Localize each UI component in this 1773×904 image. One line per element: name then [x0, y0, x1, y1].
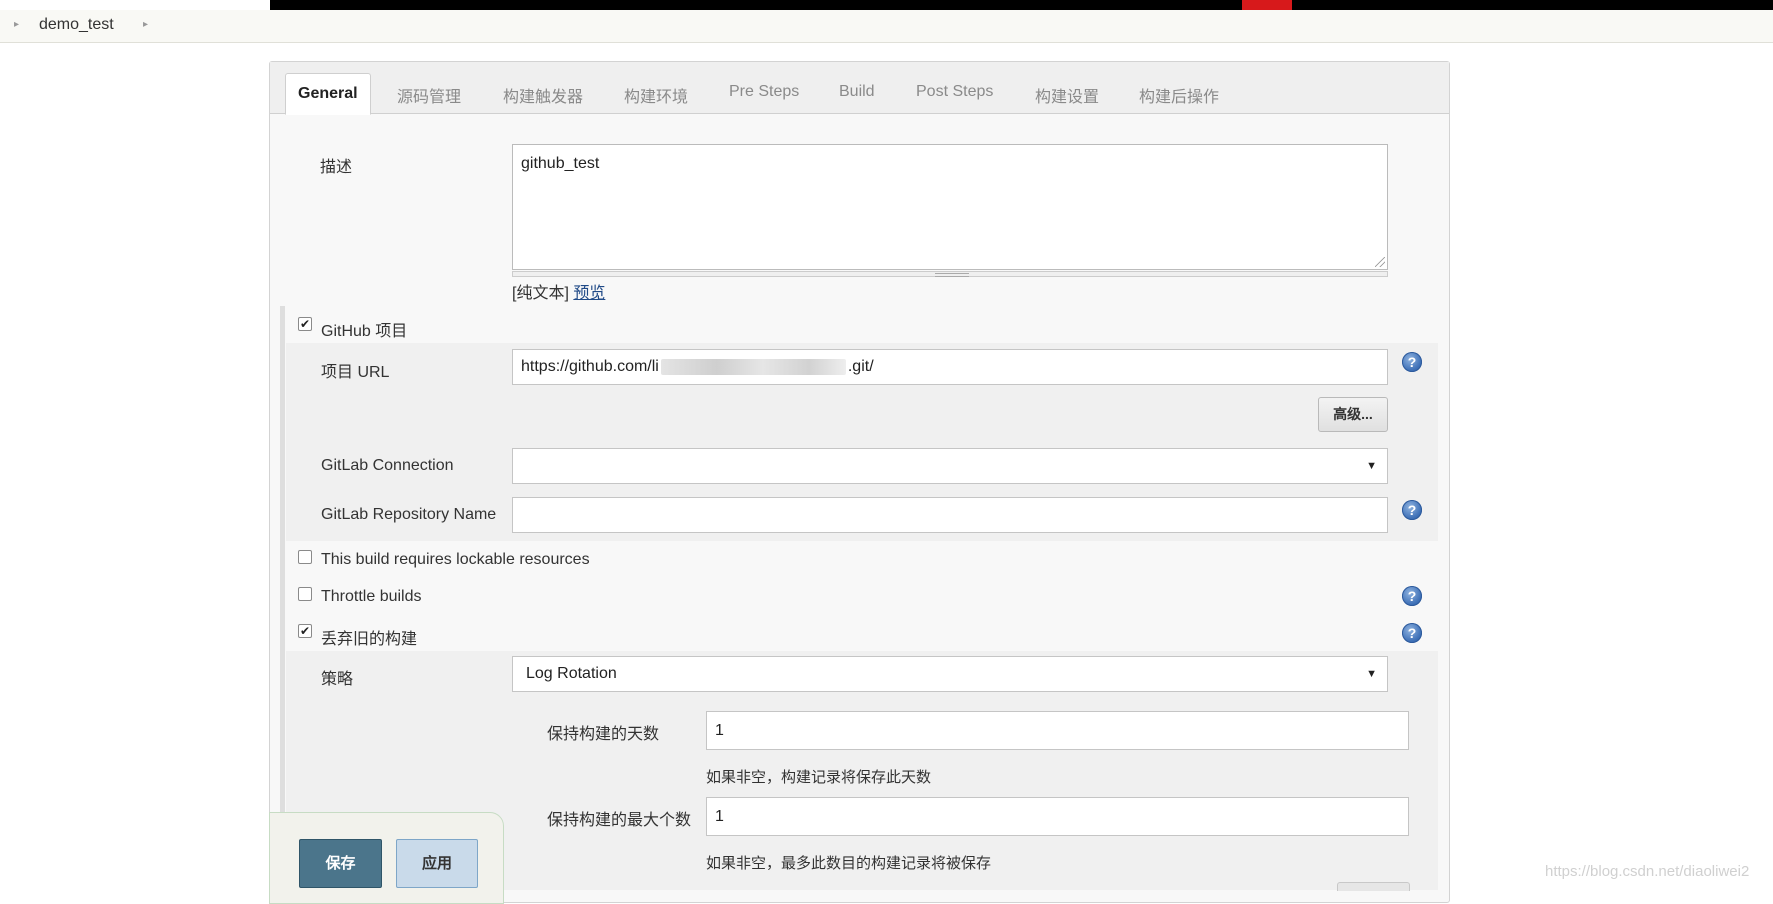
top-header-bar — [270, 0, 1773, 10]
config-tab-bar: General 源码管理 构建触发器 构建环境 Pre Steps Build … — [270, 62, 1449, 115]
tab-build-environment[interactable]: 构建环境 — [624, 83, 688, 107]
max-builds-input[interactable]: 1 — [706, 797, 1409, 836]
help-icon[interactable]: ? — [1402, 623, 1422, 643]
tab-general[interactable]: General — [285, 73, 371, 115]
breadcrumb-arrow-icon[interactable]: ▸ — [14, 19, 19, 30]
gitlab-repo-input[interactable] — [512, 497, 1388, 533]
help-icon[interactable]: ? — [1402, 352, 1422, 372]
project-url-label: 项目 URL — [321, 364, 390, 381]
redacted-url-segment — [660, 358, 846, 375]
format-hint: [纯文本] 预览 — [512, 279, 605, 303]
strategy-select[interactable]: Log Rotation ▼ — [512, 656, 1388, 692]
days-to-keep-label: 保持构建的天数 — [547, 726, 660, 743]
github-project-label: GitHub 项目 — [321, 323, 408, 340]
header-alert-indicator — [1242, 0, 1292, 10]
discard-old-builds-checkbox[interactable]: ✔ — [298, 624, 312, 638]
max-builds-value: 1 — [715, 808, 724, 825]
throttle-builds-label: Throttle builds — [321, 588, 422, 605]
save-button[interactable]: 保存 — [299, 839, 382, 888]
textarea-resize-handle[interactable] — [512, 271, 1388, 277]
chevron-down-icon: ▼ — [1366, 668, 1377, 680]
strategy-label: 策略 — [321, 671, 354, 688]
breadcrumb-item-job[interactable]: demo_test — [39, 16, 114, 34]
github-project-checkbox[interactable]: ✔ — [298, 317, 312, 331]
chevron-down-icon: ▼ — [1366, 460, 1377, 472]
description-label: 描述 — [320, 159, 353, 176]
tab-post-build-actions[interactable]: 构建后操作 — [1139, 83, 1219, 107]
description-text: github_test — [521, 155, 600, 172]
gitlab-connection-select[interactable]: ▼ — [512, 448, 1388, 484]
project-url-input[interactable]: https://github.com/li .git/ — [512, 349, 1388, 385]
watermark-text: https://blog.csdn.net/diaoliwei2 — [1545, 863, 1750, 880]
advanced-button[interactable]: 高级... — [1318, 397, 1388, 432]
strategy-value: Log Rotation — [526, 665, 617, 682]
plain-text-label: [纯文本] — [512, 285, 569, 302]
section-indent-bar — [280, 306, 285, 890]
tab-source-code[interactable]: 源码管理 — [397, 83, 461, 107]
tab-build-settings[interactable]: 构建设置 — [1035, 83, 1099, 107]
lockable-resources-checkbox[interactable] — [298, 550, 312, 564]
preview-link[interactable]: 预览 — [573, 285, 605, 302]
tab-build-triggers[interactable]: 构建触发器 — [503, 83, 583, 107]
gitlab-repo-label: GitLab Repository Name — [321, 506, 497, 523]
description-textarea[interactable]: github_test — [512, 144, 1388, 270]
tab-build[interactable]: Build — [839, 83, 875, 101]
lockable-resources-label: This build requires lockable resources — [321, 551, 590, 568]
project-url-prefix: https://github.com/li — [521, 358, 659, 375]
tab-pre-steps[interactable]: Pre Steps — [729, 83, 799, 101]
project-url-suffix: .git/ — [847, 358, 874, 375]
breadcrumb: ▸ demo_test ▸ — [0, 10, 1773, 43]
throttle-builds-checkbox[interactable] — [298, 587, 312, 601]
max-builds-hint: 如果非空，最多此数目的构建记录将被保存 — [706, 855, 992, 872]
discard-old-builds-label: 丢弃旧的构建 — [321, 631, 418, 648]
help-icon[interactable]: ? — [1402, 586, 1422, 606]
help-icon[interactable]: ? — [1402, 500, 1422, 520]
gitlab-connection-label: GitLab Connection — [321, 457, 454, 474]
breadcrumb-arrow-icon[interactable]: ▸ — [143, 19, 148, 30]
days-to-keep-input[interactable]: 1 — [706, 711, 1409, 750]
days-to-keep-value: 1 — [715, 722, 724, 739]
days-to-keep-hint: 如果非空，构建记录将保存此天数 — [706, 769, 932, 786]
resize-grip-icon[interactable] — [1375, 257, 1385, 267]
max-builds-label: 保持构建的最大个数 — [547, 812, 692, 829]
tab-post-steps[interactable]: Post Steps — [916, 83, 993, 101]
apply-button[interactable]: 应用 — [396, 839, 478, 888]
